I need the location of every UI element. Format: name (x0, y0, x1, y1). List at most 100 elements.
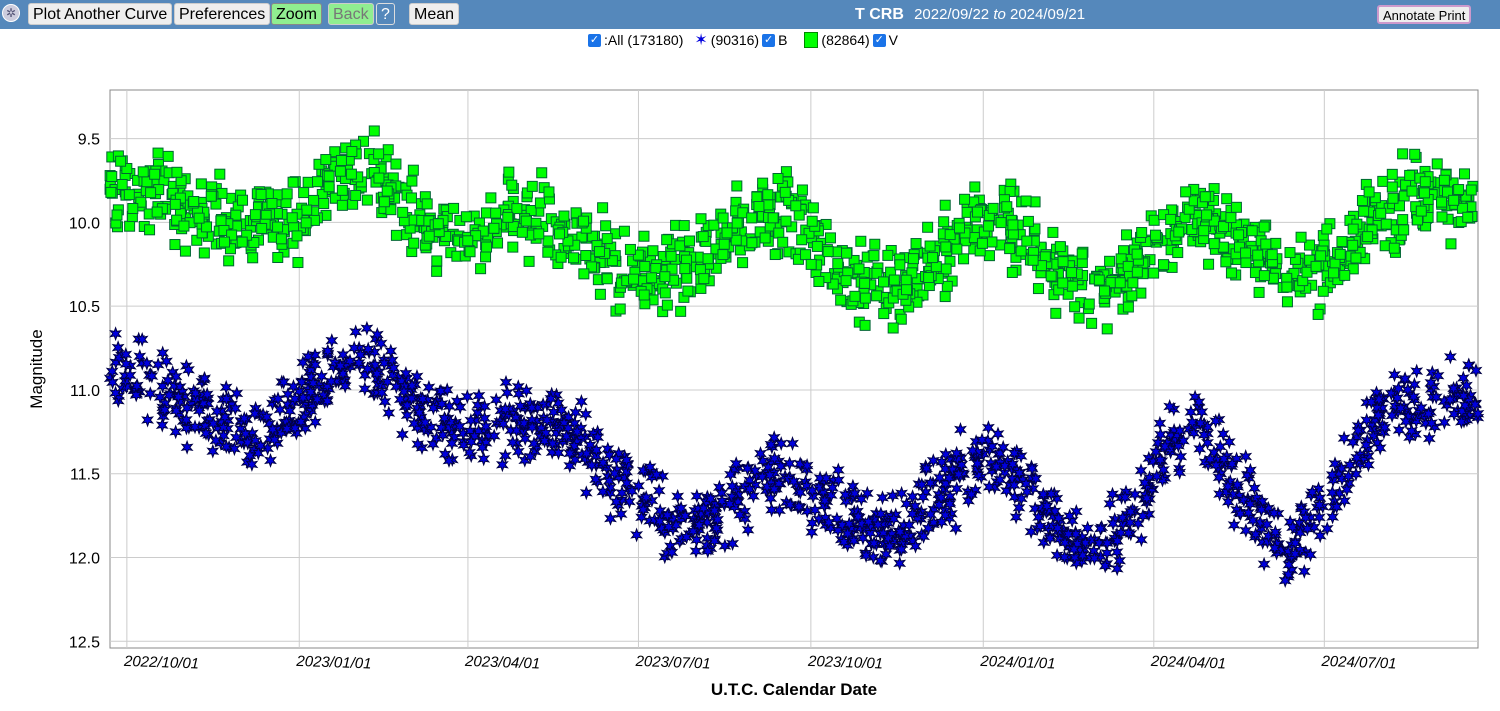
v-data-point (959, 193, 971, 205)
v-data-point (1233, 229, 1245, 241)
v-data-point (1362, 231, 1374, 243)
v-data-point (759, 232, 771, 244)
v-data-point (930, 261, 942, 273)
v-data-point (1027, 254, 1039, 266)
light-curve-chart[interactable]: 9.5 10.0 10.5 11.0 11.5 12.0 12.5 2022/10/01 202… (0, 0, 1500, 711)
v-data-point (638, 230, 650, 242)
v-data-point (1315, 250, 1327, 262)
v-data-point (106, 171, 118, 183)
v-data-point (835, 294, 847, 306)
v-data-point (780, 215, 792, 227)
y-tick-label: 12.0 (69, 551, 100, 568)
v-data-point (887, 322, 899, 334)
v-data-point (152, 147, 164, 159)
v-data-point (1350, 252, 1362, 264)
v-data-point (638, 289, 650, 301)
v-data-point (721, 227, 733, 239)
v-data-point (594, 288, 606, 300)
v-data-point (762, 199, 774, 211)
v-data-point (910, 238, 922, 250)
v-data-point (869, 238, 881, 250)
v-data-point (1258, 270, 1270, 282)
v-data-point (534, 197, 546, 209)
v-data-point (223, 255, 235, 267)
v-data-point (137, 166, 149, 178)
v-data-point (381, 185, 393, 197)
v-data-point (1387, 192, 1399, 204)
v-data-point (237, 194, 249, 206)
v-data-point (382, 144, 394, 156)
v-data-point (116, 178, 128, 190)
v-data-point (553, 228, 565, 240)
v-data-point (1270, 237, 1282, 249)
x-tick-label: 2023/07/01 (634, 653, 711, 673)
v-data-point (1122, 301, 1134, 313)
v-data-point (1453, 184, 1465, 196)
v-data-point (730, 234, 742, 246)
v-data-point (927, 252, 939, 264)
v-data-point (1363, 186, 1375, 198)
v-data-point (624, 243, 636, 255)
v-data-point (511, 203, 523, 215)
v-data-point (1301, 266, 1313, 278)
v-data-point (593, 246, 605, 258)
v-data-point (361, 194, 373, 206)
v-data-point (390, 229, 402, 241)
v-data-point (757, 177, 769, 189)
v-data-point (751, 191, 763, 203)
v-data-point (533, 228, 545, 240)
v-data-point (178, 220, 190, 232)
v-data-point (502, 211, 514, 223)
v-data-point (291, 230, 303, 242)
v-data-point (405, 192, 417, 204)
v-data-point (1377, 175, 1389, 187)
v-data-point (1221, 193, 1233, 205)
v-data-point (1066, 267, 1078, 279)
v-data-point (350, 189, 362, 201)
v-data-point (650, 263, 662, 275)
v-data-point (796, 184, 808, 196)
v-data-point (423, 230, 435, 242)
x-tick-label: 2023/04/01 (464, 653, 541, 673)
v-data-point (1436, 196, 1448, 208)
v-data-point (1173, 226, 1185, 238)
v-data-point (639, 260, 651, 272)
v-data-point (1284, 247, 1296, 259)
v-data-point (1246, 225, 1258, 237)
x-tick-label: 2023/01/01 (295, 653, 372, 673)
v-data-point (1397, 148, 1409, 160)
v-data-point (661, 299, 673, 311)
v-data-point (1114, 277, 1126, 289)
v-data-point (717, 249, 729, 261)
v-data-point (695, 282, 707, 294)
v-data-point (806, 215, 818, 227)
v-data-point (255, 188, 267, 200)
v-data-point (1225, 212, 1237, 224)
v-data-point (1266, 249, 1278, 261)
v-data-point (675, 305, 687, 317)
v-data-point (944, 229, 956, 241)
v-data-point (1406, 185, 1418, 197)
v-data-point (266, 197, 278, 209)
v-data-point (448, 202, 460, 214)
v-data-point (1050, 307, 1062, 319)
v-data-point (464, 246, 476, 258)
v-data-point (475, 263, 487, 275)
v-data-point (855, 235, 867, 247)
v-data-point (171, 166, 183, 178)
v-data-point (1148, 214, 1160, 226)
v-data-point (115, 155, 127, 167)
v-data-point (922, 221, 934, 233)
v-data-point (793, 209, 805, 221)
v-data-point (762, 189, 774, 201)
v-data-point (1057, 256, 1069, 268)
v-data-point (462, 235, 474, 247)
v-data-point (431, 265, 443, 277)
v-data-point (681, 272, 693, 284)
v-data-point (1415, 205, 1427, 217)
v-data-point (1131, 266, 1143, 278)
v-data-point (1358, 205, 1370, 217)
v-data-point (1260, 238, 1272, 250)
v-data-point (661, 234, 673, 246)
v-data-point (312, 176, 324, 188)
